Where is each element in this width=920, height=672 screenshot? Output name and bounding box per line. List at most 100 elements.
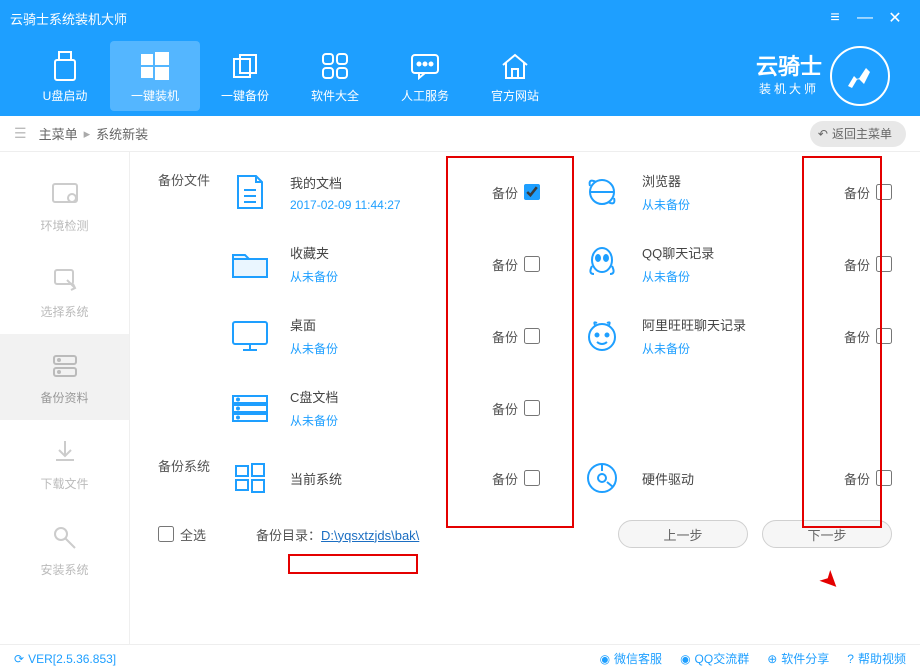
- step-download[interactable]: 下载文件: [0, 420, 129, 506]
- card-qq: QQ聊天记录从未备份 备份: [580, 242, 892, 286]
- card-favorites: 收藏夹从未备份 备份: [228, 242, 540, 286]
- wangwang-icon: [580, 314, 624, 358]
- item-name: 收藏夹: [290, 243, 492, 262]
- left-sidebar: 环境检测 选择系统 备份资料 下载文件 安装系统: [0, 152, 130, 644]
- close-button[interactable]: ✕: [880, 3, 910, 33]
- footer-qq[interactable]: ◉QQ交流群: [680, 650, 749, 667]
- brand-logo-icon: [830, 46, 890, 106]
- crumb-root[interactable]: 主菜单: [33, 124, 84, 143]
- nav-service[interactable]: 人工服务: [380, 41, 470, 111]
- monitor-icon: [228, 314, 272, 358]
- gear-doc-icon: [48, 177, 82, 211]
- nav-label: U盘启动: [43, 87, 88, 104]
- download-icon: [48, 435, 82, 469]
- nav-backup[interactable]: 一键备份: [200, 41, 290, 111]
- step-env[interactable]: 环境检测: [0, 162, 129, 248]
- item-name: 桌面: [290, 315, 492, 334]
- brand: 云骑士 装机大师: [756, 46, 890, 106]
- footer-share[interactable]: ⊕软件分享: [767, 650, 829, 667]
- prev-button[interactable]: 上一步: [618, 520, 748, 548]
- step-select[interactable]: 选择系统: [0, 248, 129, 334]
- backup-toggle[interactable]: 备份: [492, 399, 540, 418]
- item-status[interactable]: 从未备份: [642, 196, 844, 213]
- step-label: 备份资料: [40, 389, 88, 406]
- footer-help[interactable]: ?帮助视频: [847, 650, 906, 667]
- item-name: 我的文档: [290, 173, 492, 192]
- nav-usb[interactable]: U盘启动: [20, 41, 110, 111]
- step-install[interactable]: 安装系统: [0, 506, 129, 592]
- backup-toggle[interactable]: 备份: [492, 469, 540, 488]
- backup-toggle[interactable]: 备份: [844, 469, 892, 488]
- item-status[interactable]: 从未备份: [290, 340, 492, 357]
- qq-icon: [580, 242, 624, 286]
- backup-toggle[interactable]: 备份: [844, 327, 892, 346]
- item-status[interactable]: 从未备份: [642, 268, 844, 285]
- refresh-icon: ⟳: [14, 652, 24, 666]
- next-button[interactable]: 下一步: [762, 520, 892, 548]
- card-documents: 我的文档 2017-02-09 11:44:27 备份: [228, 170, 540, 214]
- breadcrumb: ☰ 主菜单 ▸ 系统新装 ↶ 返回主菜单: [0, 116, 920, 152]
- annotation-box-path: [288, 554, 418, 574]
- share-icon: ⊕: [767, 652, 777, 666]
- back-main-button[interactable]: ↶ 返回主菜单: [810, 121, 906, 147]
- wechat-icon: ◉: [600, 652, 610, 666]
- card-current-os: 当前系统 备份: [228, 456, 540, 500]
- step-backup[interactable]: 备份资料: [0, 334, 129, 420]
- card-cdocs: C盘文档从未备份 备份: [228, 386, 540, 430]
- backup-toggle[interactable]: 备份: [844, 183, 892, 202]
- nav-install[interactable]: 一键装机: [110, 41, 200, 111]
- backup-toggle[interactable]: 备份: [492, 183, 540, 202]
- brand-sub: 装机大师: [756, 80, 822, 97]
- item-name: 硬件驱动: [642, 469, 844, 488]
- backup-toggle[interactable]: 备份: [492, 327, 540, 346]
- usb-icon: [48, 49, 82, 83]
- crumb-current[interactable]: 系统新装: [90, 124, 154, 143]
- app-title: 云骑士系统装机大师: [10, 9, 820, 28]
- item-name: C盘文档: [290, 387, 492, 406]
- drive-icon: [228, 386, 272, 430]
- copy-icon: [228, 49, 262, 83]
- cursor-icon: [48, 263, 82, 297]
- nav-software[interactable]: 软件大全: [290, 41, 380, 111]
- select-all[interactable]: 全选: [158, 525, 206, 544]
- path-link[interactable]: D:\yqsxtzjds\bak\: [321, 528, 419, 543]
- server-icon: [48, 349, 82, 383]
- menu-button[interactable]: ≡: [820, 3, 850, 33]
- card-aliww: 阿里旺旺聊天记录从未备份 备份: [580, 314, 892, 358]
- item-name: 浏览器: [642, 171, 844, 190]
- minimize-button[interactable]: —: [850, 3, 880, 33]
- content-pane: 备份文件 我的文档2017-02-09 11:44:27 备份 浏览器从未备份 …: [130, 152, 920, 644]
- nav-label: 一键备份: [221, 87, 269, 104]
- item-status[interactable]: 从未备份: [642, 340, 844, 357]
- nav-label: 一键装机: [131, 87, 179, 104]
- backup-toggle[interactable]: 备份: [492, 255, 540, 274]
- item-status[interactable]: 从未备份: [290, 268, 492, 285]
- nav-website[interactable]: 官方网站: [470, 41, 560, 111]
- file-icon: [228, 170, 272, 214]
- step-label: 安装系统: [40, 561, 88, 578]
- item-status[interactable]: 从未备份: [290, 412, 492, 429]
- windows-icon: [138, 49, 172, 83]
- brand-name: 云骑士: [756, 55, 822, 79]
- backup-toggle[interactable]: 备份: [844, 255, 892, 274]
- nav-label: 软件大全: [311, 87, 359, 104]
- folder-icon: [228, 242, 272, 286]
- section-system-label: 备份系统: [158, 456, 228, 475]
- wrench-icon: [48, 521, 82, 555]
- step-label: 下载文件: [40, 475, 88, 492]
- chat-icon: [408, 49, 442, 83]
- version[interactable]: ⟳VER[2.5.36.853]: [14, 652, 116, 666]
- back-icon: ↶: [818, 127, 828, 141]
- card-drivers: 硬件驱动 备份: [580, 456, 892, 500]
- grid-icon: [318, 49, 352, 83]
- windows-small-icon: [228, 456, 272, 500]
- footer-wechat[interactable]: ◉微信客服: [600, 650, 663, 667]
- top-nav: U盘启动 一键装机 一键备份 软件大全 人工服务 官方网站 云骑士 装机大师: [0, 36, 920, 116]
- item-name: QQ聊天记录: [642, 243, 844, 262]
- path-label: 备份目录：: [256, 528, 321, 543]
- item-status[interactable]: 2017-02-09 11:44:27: [290, 198, 492, 212]
- card-desktop: 桌面从未备份 备份: [228, 314, 540, 358]
- ie-icon: [580, 170, 624, 214]
- item-name: 阿里旺旺聊天记录: [642, 315, 844, 334]
- home-icon: [498, 49, 532, 83]
